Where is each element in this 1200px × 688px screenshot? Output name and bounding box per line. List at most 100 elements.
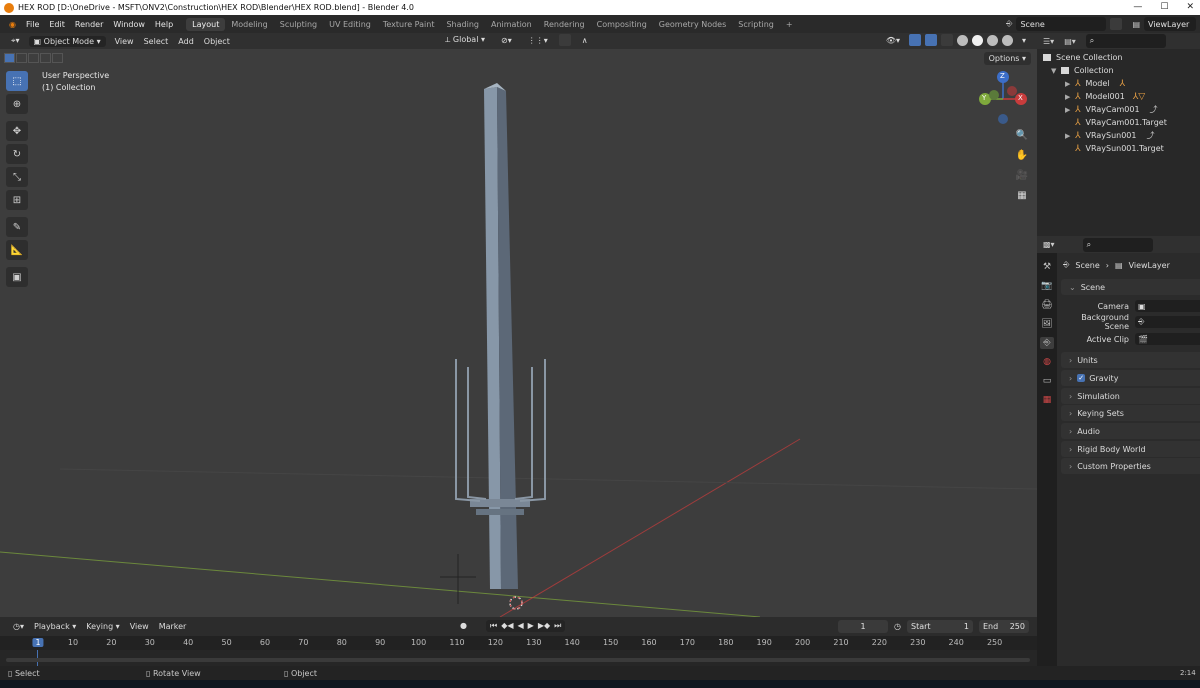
frame-tick[interactable]: 100 (411, 638, 426, 647)
start-frame-field[interactable]: Start 1 (907, 620, 973, 633)
add-workspace-button[interactable]: + (780, 18, 799, 31)
background-scene-field[interactable]: ⎆ (1135, 316, 1200, 328)
panel-units[interactable]: › Units (1061, 352, 1200, 368)
menu-view[interactable]: View (110, 36, 139, 47)
snap-icon[interactable]: ⋮⋮▾ (523, 35, 553, 46)
frame-tick[interactable]: 190 (757, 638, 772, 647)
collection-tab-icon[interactable]: ▭ (1040, 375, 1054, 387)
cursor-icon[interactable]: ⊕ (6, 94, 28, 114)
menu-object[interactable]: Object (199, 36, 235, 47)
frame-tick[interactable]: 30 (145, 638, 155, 647)
perspective-grid-icon[interactable]: ▦ (1013, 187, 1031, 203)
frame-tick[interactable]: 130 (526, 638, 541, 647)
expand-arrow-icon[interactable]: ▶ (1065, 93, 1075, 101)
pan-hand-icon[interactable]: ✋ (1013, 147, 1031, 163)
3d-viewport[interactable]: User Perspective (1) Collection Z Y X ⬚ … (0, 49, 1037, 617)
scene-tab-icon[interactable]: ⎆ (1040, 337, 1054, 349)
blender-menu-icon[interactable]: ◉ (4, 20, 21, 29)
panel-simulation[interactable]: › Simulation (1061, 388, 1200, 404)
minimize-icon[interactable]: — (1133, 2, 1142, 12)
display-mode-icon[interactable]: ▤▾ (1064, 37, 1076, 46)
gizmo-toggle-icon[interactable] (908, 34, 921, 46)
menu-edit[interactable]: Edit (44, 20, 70, 29)
output-tab-icon[interactable]: 🖨 (1040, 299, 1054, 311)
tab-compositing[interactable]: Compositing (591, 18, 653, 31)
select-invert-icon[interactable] (52, 53, 63, 63)
frame-tick[interactable]: 140 (565, 638, 580, 647)
rotate-icon[interactable]: ↻ (6, 144, 28, 164)
menu-render[interactable]: Render (70, 20, 108, 29)
expand-arrow-icon[interactable]: ▶ (1065, 106, 1075, 114)
annotate-icon[interactable]: ✎ (6, 217, 28, 237)
frame-tick[interactable]: 20 (106, 638, 116, 647)
shading-options-icon[interactable]: ▾ (1017, 35, 1031, 46)
proportional-edit-icon[interactable] (558, 34, 571, 46)
outliner-item-vraysun001[interactable]: ▶ ⅄ VRaySun001 ⤴ (1065, 129, 1154, 142)
expand-arrow-icon[interactable]: ▶ (1065, 80, 1075, 88)
gizmo-x-label[interactable]: X (1018, 94, 1023, 102)
frame-tick[interactable]: 160 (641, 638, 656, 647)
measure-icon[interactable]: 📐 (6, 240, 28, 260)
frame-tick[interactable]: 150 (603, 638, 618, 647)
menu-add[interactable]: Add (173, 36, 199, 47)
move-icon[interactable]: ✥ (6, 121, 28, 141)
camera-field[interactable]: ▣ (1135, 300, 1200, 312)
menu-select[interactable]: Select (139, 36, 174, 47)
visibility-icon[interactable]: 👁▾ (881, 35, 905, 46)
menu-playback[interactable]: Playback ▾ (29, 622, 81, 631)
outliner-item-model[interactable]: ▶ ⅄ Model ⅄ (1065, 77, 1130, 90)
shading-solid-icon[interactable] (971, 34, 983, 46)
frame-tick[interactable]: 50 (222, 638, 232, 647)
new-scene-icon[interactable] (1110, 18, 1123, 30)
shading-material-icon[interactable] (986, 34, 998, 46)
frame-ruler[interactable]: 1 10 20 30 40 50 60 70 80 90 100 110 120 130 140 150 160… (0, 636, 1037, 650)
gizmo-z-label[interactable]: Z (1000, 72, 1005, 80)
tab-sculpting[interactable]: Sculpting (274, 18, 323, 31)
frame-tick[interactable]: 90 (375, 638, 385, 647)
expand-arrow-icon[interactable]: ▶ (1065, 132, 1075, 140)
frame-tick[interactable]: 230 (910, 638, 925, 647)
timeline-area[interactable]: 1 10 20 30 40 50 60 70 80 90 100 110 120 130 140 150 160… (0, 636, 1037, 666)
overlay-toggle-icon[interactable] (924, 34, 937, 46)
end-frame-field[interactable]: End 250 (979, 620, 1029, 633)
frame-tick[interactable]: 170 (680, 638, 695, 647)
select-subtract-icon[interactable] (28, 53, 39, 63)
active-clip-field[interactable]: 🎬 (1135, 333, 1200, 345)
timeline-scrollbar[interactable] (6, 658, 1030, 662)
outliner-search-input[interactable]: ⌕ (1085, 34, 1166, 48)
frame-tick[interactable]: 110 (449, 638, 464, 647)
properties-editor-icon[interactable]: ▩▾ (1043, 240, 1055, 249)
shading-rendered-icon[interactable] (1001, 34, 1013, 46)
options-dropdown[interactable]: Options ▾ (983, 52, 1031, 65)
tab-modeling[interactable]: Modeling (225, 18, 273, 31)
panel-custom-properties[interactable]: › Custom Properties (1061, 458, 1200, 474)
frame-tick[interactable]: 220 (872, 638, 887, 647)
view-layer-selector[interactable]: ViewLayer (1144, 17, 1196, 31)
menu-timeline-view[interactable]: View (125, 622, 154, 631)
scale-icon[interactable]: ⤡ (6, 167, 28, 187)
transform-icon[interactable]: ⊞ (6, 190, 28, 210)
select-intersect-icon[interactable] (40, 53, 51, 63)
menu-window[interactable]: Window (108, 20, 150, 29)
gizmo-y-label[interactable]: Y (982, 94, 986, 102)
gravity-checkbox[interactable]: ✓ (1077, 374, 1086, 382)
camera-view-icon[interactable]: 🎥 (1013, 167, 1031, 183)
frame-tick[interactable]: 120 (488, 638, 503, 647)
frame-tick[interactable]: 60 (260, 638, 270, 647)
scene-selector[interactable]: Scene (1016, 17, 1107, 31)
frame-tick[interactable]: 1 (32, 638, 44, 647)
properties-search-input[interactable]: ⌕ (1082, 237, 1153, 252)
maximize-icon[interactable]: ☐ (1160, 2, 1168, 12)
tab-layout[interactable]: Layout (186, 17, 226, 31)
panel-gravity[interactable]: › ✓ Gravity (1061, 370, 1200, 386)
jump-end-icon[interactable]: ⏭ (554, 621, 561, 631)
frame-tick[interactable]: 40 (183, 638, 193, 647)
render-tab-icon[interactable]: 📷 (1040, 280, 1054, 292)
view-layer-tab-icon[interactable]: 🖼 (1040, 318, 1054, 330)
outliner-editor-icon[interactable]: ☰▾ (1043, 37, 1054, 46)
world-tab-icon[interactable]: ◍ (1040, 356, 1054, 368)
tab-scripting[interactable]: Scripting (732, 18, 780, 31)
current-frame-field[interactable]: 1 (838, 620, 889, 633)
frame-tick[interactable]: 210 (833, 638, 848, 647)
pivot-icon[interactable]: ⊘▾ (496, 35, 517, 46)
